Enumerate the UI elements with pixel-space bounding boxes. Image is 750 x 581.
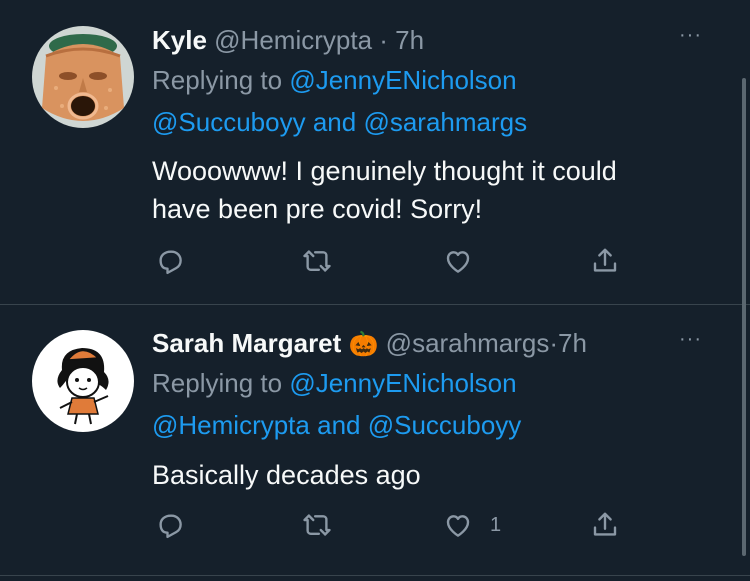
like-icon xyxy=(446,251,470,273)
tweet-divider xyxy=(0,304,750,305)
tweet-text-line: have been pre covid! Sorry! xyxy=(152,194,483,224)
tweet-text-line: Wooowww! I genuinely thought it could xyxy=(152,156,617,186)
replying-to: Replying to @JennyENicholson @Hemicrypta… xyxy=(152,362,712,446)
share-button[interactable] xyxy=(590,246,620,276)
like-count: 1 xyxy=(490,514,502,536)
mention-link[interactable]: @Succuboyy xyxy=(152,107,306,137)
tweet-header: Sarah Margaret 🎃 @sarahmargs·7h xyxy=(152,328,587,360)
replying-prefix: Replying to xyxy=(152,368,283,398)
retweet-icon xyxy=(303,514,331,536)
timestamp[interactable]: 7h xyxy=(395,25,424,55)
more-icon[interactable]: ··· xyxy=(679,24,702,47)
avatar[interactable] xyxy=(32,330,134,432)
tweet-text: Wooowww! I genuinely thought it could ha… xyxy=(152,152,712,228)
retweet-button[interactable] xyxy=(302,510,332,540)
user-handle[interactable]: @sarahmargs xyxy=(386,328,550,358)
timestamp[interactable]: 7h xyxy=(558,328,587,358)
reply-icon xyxy=(159,514,182,539)
mention-and[interactable]: and xyxy=(317,410,360,440)
mention-link[interactable]: @sarahmargs xyxy=(363,107,527,137)
mention-link[interactable]: @JennyENicholson xyxy=(289,368,516,398)
like-button[interactable] xyxy=(443,246,473,276)
tweet-text: Basically decades ago xyxy=(152,460,421,490)
user-handle[interactable]: @Hemicrypta xyxy=(214,25,372,55)
terracotta-face-planter-icon xyxy=(32,26,134,128)
tweet-divider xyxy=(0,575,750,576)
avatar[interactable] xyxy=(32,26,134,128)
reply-icon xyxy=(159,250,182,275)
reply-button[interactable] xyxy=(155,510,185,540)
replying-to: Replying to @JennyENicholson @Succuboyy … xyxy=(152,59,712,143)
tweet[interactable]: Kyle @Hemicrypta · 7h ··· Replying to @J… xyxy=(0,0,740,304)
like-button[interactable] xyxy=(443,510,473,540)
share-button[interactable] xyxy=(590,510,620,540)
cartoon-girl-drawing-icon xyxy=(32,330,134,432)
replying-prefix: Replying to xyxy=(152,65,283,95)
share-icon xyxy=(593,248,617,272)
display-name[interactable]: Sarah Margaret xyxy=(152,328,341,358)
retweet-button[interactable] xyxy=(302,246,332,276)
share-icon xyxy=(593,512,617,536)
pumpkin-emoji-icon: 🎃 xyxy=(348,331,379,358)
mention-and[interactable]: and xyxy=(313,107,356,137)
separator-dot: · xyxy=(379,25,388,55)
display-name[interactable]: Kyle xyxy=(152,25,207,55)
like-icon xyxy=(446,515,470,537)
mention-link[interactable]: @JennyENicholson xyxy=(289,65,516,95)
mention-link[interactable]: @Succuboyy xyxy=(368,410,522,440)
reply-button[interactable] xyxy=(155,246,185,276)
more-icon[interactable]: ··· xyxy=(679,328,702,351)
scrollbar[interactable] xyxy=(742,78,746,556)
mention-link[interactable]: @Hemicrypta xyxy=(152,410,310,440)
retweet-icon xyxy=(303,250,331,272)
separator-dot: · xyxy=(549,328,559,358)
tweet-header: Kyle @Hemicrypta · 7h xyxy=(152,25,424,55)
